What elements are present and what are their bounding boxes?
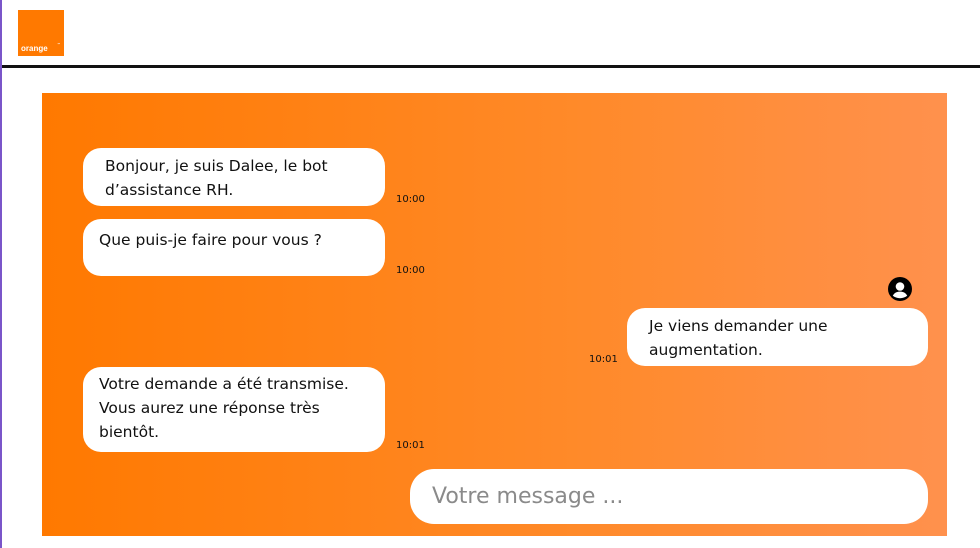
user-circle-icon	[888, 277, 912, 301]
logo-trademark: ™	[57, 42, 61, 47]
bot-message-bubble: Votre demande a été transmise. Vous aure…	[83, 367, 385, 452]
message-text: Votre demande a été transmise. Vous aure…	[99, 375, 349, 441]
message-timestamp: 10:01	[396, 440, 425, 451]
message-timestamp: 10:00	[396, 265, 425, 276]
logo-text: orange	[21, 44, 48, 53]
message-text: Bonjour, je suis Dalee, le bot d’assista…	[105, 157, 328, 199]
bot-message-bubble: Que puis-je faire pour vous ?	[83, 219, 385, 276]
chat-panel: Bonjour, je suis Dalee, le bot d’assista…	[42, 93, 947, 536]
bot-message-bubble: Bonjour, je suis Dalee, le bot d’assista…	[83, 148, 385, 206]
header: orange ™	[2, 0, 980, 68]
message-text: Que puis-je faire pour vous ?	[99, 231, 322, 249]
user-message-bubble: Je viens demander une augmentation.	[627, 308, 928, 366]
message-text: Je viens demander une augmentation.	[649, 317, 828, 359]
message-input-wrapper	[410, 469, 928, 524]
message-timestamp: 10:00	[396, 194, 425, 205]
message-input[interactable]	[410, 469, 928, 524]
message-timestamp: 10:01	[589, 354, 618, 365]
app-frame: orange ™ Bonjour, je suis Dalee, le bot …	[0, 0, 980, 548]
orange-logo[interactable]: orange ™	[18, 10, 64, 56]
